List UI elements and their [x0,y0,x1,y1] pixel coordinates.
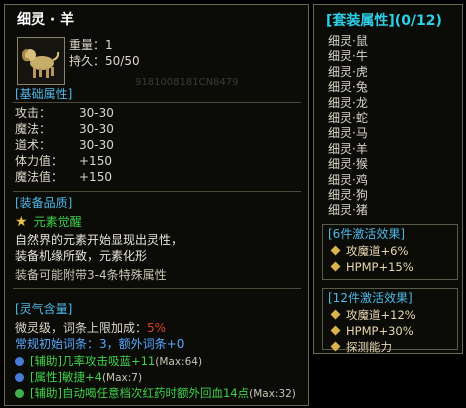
stat-row: 体力值： +150 [15,154,112,169]
star-icon: ★ [15,214,28,230]
quality-desc-2: 装备机缘所致，元素化形 [15,249,148,263]
set-member: 细灵·龙 [328,95,368,110]
bonus-text: 攻魔道+6% [346,244,409,258]
set-member: 细灵·鼠 [328,34,368,48]
affix-text: [属性]敏捷+4 [30,370,102,384]
quality-desc-1: 自然界的元素开始显现出灵性， [15,233,184,247]
quality-note: 装备可能附带3-4条特殊属性 [15,268,167,282]
set-member: 细灵·猴 [328,157,368,172]
divider [13,191,301,192]
affix-text: [辅助]几率攻击吸蓝+11 [30,354,156,368]
bonus-6-header: [6件激活效果] [328,227,405,241]
durability-row: 持久：50/50 [69,54,140,69]
bullet-icon [330,309,341,320]
set-header: [套装属性](0/12) [326,13,442,29]
item-name: 细灵 · 羊 [17,12,75,28]
quality-header: [装备品质] [15,196,73,210]
divider [13,288,301,289]
bullet-icon [330,325,341,336]
bonus-row: HPMP+15% [330,260,414,275]
stat-row: 攻击： 30-30 [15,106,114,121]
durability-label: 持久： [69,54,106,68]
watermark: 9181008181CN8479 [135,77,239,88]
durability-value: 50/50 [105,54,140,68]
set-member: 细灵·羊 [328,141,368,156]
set-member: 细灵·虎 [328,64,368,79]
bullet-icon [330,261,341,272]
spirit-line-1: 微灵级，词条上限加成：5% [15,321,166,336]
stat-value: +150 [79,170,112,184]
set-member: 细灵·蛇 [328,111,368,125]
set-bonus-panel: [套装属性](0/12) 细灵·鼠 细灵·牛 细灵·虎 细灵·兔 细灵·龙 细灵·蛇 细灵·… [313,4,463,354]
spirit-header: [灵气含量] [15,302,73,316]
spirit-line-1-value: 5% [147,321,167,335]
stat-value: +150 [79,154,112,168]
bonus-text: 探测能力 [346,340,392,354]
stat-label: 体力值： [15,154,64,168]
divider [13,102,301,103]
bonus-row: 探测能力 [330,340,392,355]
affix-max: (Max:64) [155,356,203,368]
set-member: 细灵·鸡 [328,172,368,187]
set-member: 细灵·兔 [328,80,368,95]
stat-value: 30-30 [79,138,114,152]
affix-max: (Max:7) [101,372,143,384]
affix-text: [辅助]自动喝任意档次红药时额外回血14点 [30,386,250,400]
ram-figurine-icon [18,38,64,84]
bonus-text: 攻魔道+12% [346,308,416,322]
set-member: 细灵·牛 [328,49,368,64]
stat-label: 攻击： [15,106,52,120]
bonus-text: HPMP+30% [346,324,414,338]
bullet-icon [330,245,341,256]
quality-name: 元素觉醒 [33,215,82,229]
weight-row: 重量：1 [69,38,113,53]
affix-row: [属性]敏捷+4(Max:7) [15,370,142,386]
bonus-text: HPMP+15% [346,260,414,274]
bonus-row: 攻魔道+12% [330,308,416,323]
item-tooltip-panel: 细灵 · 羊 重量：1 持久：50/50 9181008181CN8479 [基… [4,4,309,406]
stat-label: 魔法值： [15,170,64,184]
affix-gem-icon [15,373,24,382]
stat-row: 道术： 30-30 [15,138,114,153]
affix-gem-icon [15,389,24,398]
set-member: 细灵·马 [328,126,368,141]
affix-row: [辅助]几率攻击吸蓝+11(Max:64) [15,354,202,370]
set-member: 细灵·猪 [328,203,368,218]
quality-name-row: ★ 元素觉醒 [15,215,82,230]
stat-value: 30-30 [79,122,114,136]
bonus-row: 攻魔道+6% [330,244,409,259]
bonus-12-header: [12件激活效果] [328,291,413,305]
base-attributes-header: [基础属性] [15,87,73,101]
set-member: 细灵·狗 [328,188,368,202]
stat-label: 魔法： [15,122,52,136]
affix-gem-icon [15,357,24,366]
stat-value: 30-30 [79,106,114,120]
spirit-line-2: 常规初始词条：3，额外词条+0 [15,337,185,351]
item-icon-frame [17,37,65,85]
bonus-row: HPMP+30% [330,324,414,339]
affix-row: [辅助]自动喝任意档次红药时额外回血14点(Max:32) [15,386,296,402]
weight-label: 重量： [69,38,106,52]
bullet-icon [330,341,341,352]
stat-row: 魔法： 30-30 [15,122,114,137]
stat-label: 道术： [15,138,52,152]
spirit-line-1-text: 微灵级，词条上限加成： [15,321,148,335]
affix-max: (Max:32) [249,388,296,400]
weight-value: 1 [105,38,113,52]
stat-row: 魔法值： +150 [15,170,112,185]
